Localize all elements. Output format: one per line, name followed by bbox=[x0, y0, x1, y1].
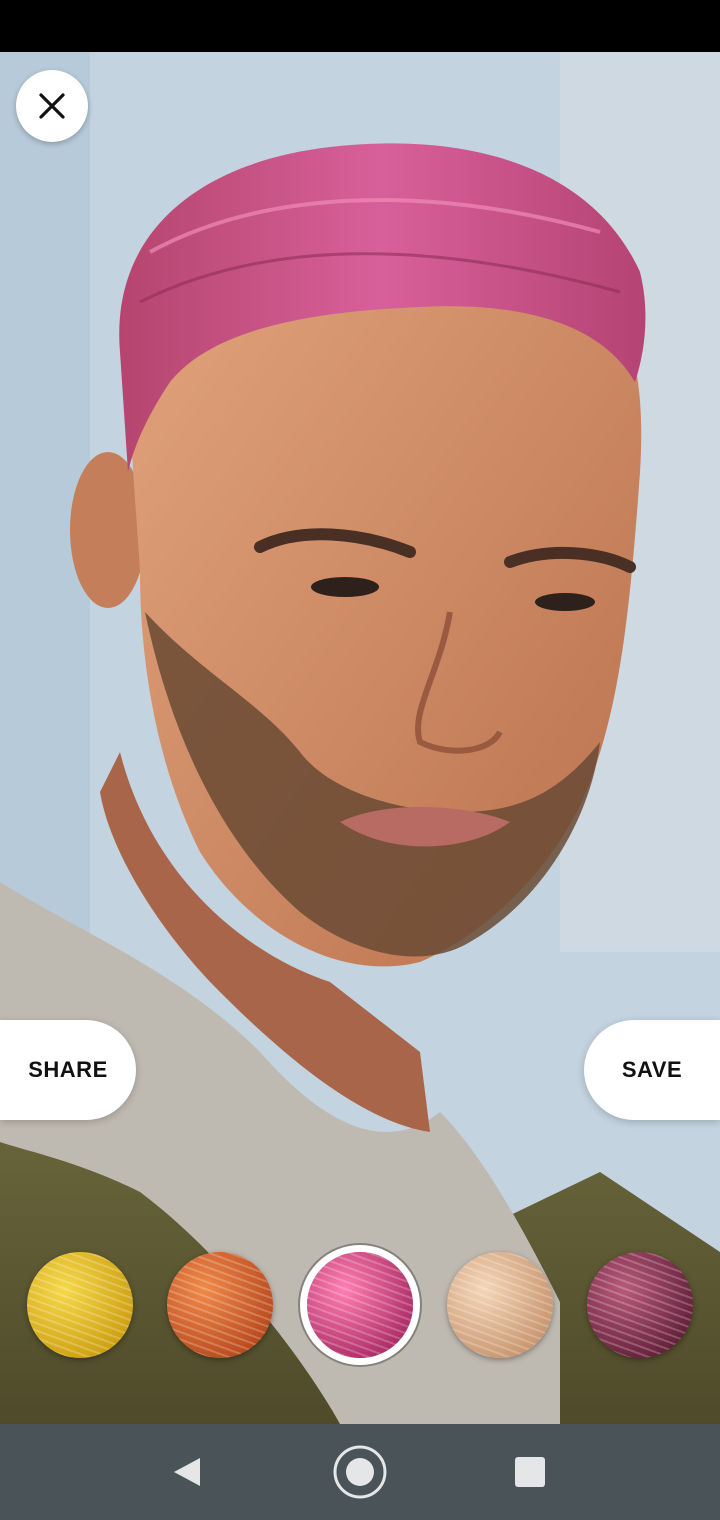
recents-button[interactable] bbox=[514, 1456, 546, 1493]
home-button[interactable] bbox=[332, 1444, 388, 1505]
save-button[interactable]: SAVE bbox=[584, 1020, 720, 1120]
status-bar bbox=[0, 0, 720, 52]
back-triangle-icon bbox=[168, 1458, 204, 1494]
swatch-burgundy[interactable] bbox=[587, 1252, 693, 1358]
close-button[interactable] bbox=[16, 70, 88, 142]
swatch-copper[interactable] bbox=[167, 1252, 273, 1358]
share-label: SHARE bbox=[28, 1057, 108, 1082]
save-label: SAVE bbox=[621, 1057, 683, 1082]
swatch-magenta-pink[interactable] bbox=[307, 1252, 413, 1358]
back-button[interactable] bbox=[168, 1454, 204, 1495]
portrait-photo bbox=[0, 52, 720, 1424]
share-button[interactable]: SHARE bbox=[0, 1020, 136, 1120]
portrait-illustration bbox=[0, 52, 720, 1424]
swatch-golden-blonde[interactable] bbox=[27, 1252, 133, 1358]
home-circle-icon bbox=[332, 1445, 388, 1504]
swatch-light-beige[interactable] bbox=[447, 1252, 553, 1358]
navigation-bar bbox=[0, 1424, 720, 1520]
recents-square-icon bbox=[514, 1457, 546, 1492]
